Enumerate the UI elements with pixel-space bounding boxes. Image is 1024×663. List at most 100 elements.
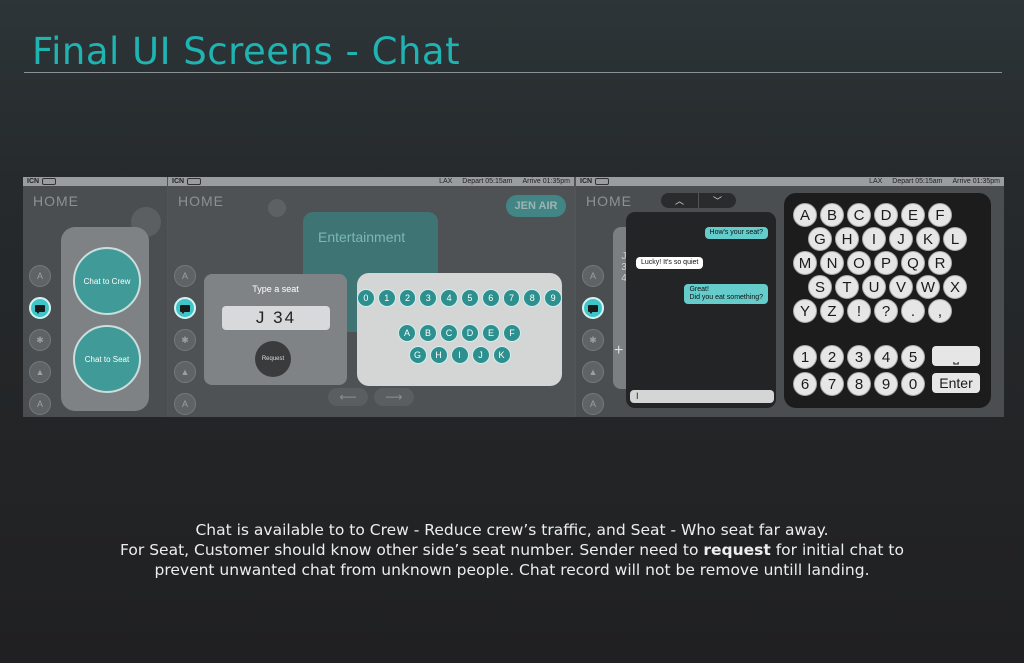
key[interactable]: 8 xyxy=(847,372,871,396)
key[interactable]: E xyxy=(901,203,925,227)
key[interactable]: ! xyxy=(847,299,871,323)
seat-icon[interactable]: ▲ xyxy=(582,361,604,383)
message-bubble-sent: How's your seat? xyxy=(704,227,768,239)
seat-icon[interactable]: ▲ xyxy=(29,361,51,383)
key[interactable]: M xyxy=(793,251,817,275)
key[interactable]: 8 xyxy=(523,289,542,307)
key[interactable]: 9 xyxy=(874,372,898,396)
key[interactable]: J xyxy=(471,346,490,364)
key[interactable]: W xyxy=(916,275,940,299)
next-arrow-icon[interactable]: ⟶ xyxy=(374,388,414,406)
key[interactable]: 7 xyxy=(820,372,844,396)
key[interactable]: . xyxy=(901,299,925,323)
arrive-label: Arrive xyxy=(952,178,971,185)
key[interactable]: 2 xyxy=(398,289,417,307)
key[interactable]: L xyxy=(943,227,967,251)
key[interactable]: 5 xyxy=(461,289,479,307)
key[interactable]: I xyxy=(862,227,886,251)
key[interactable]: V xyxy=(889,275,913,299)
chat-icon[interactable] xyxy=(174,297,196,319)
key[interactable]: Q xyxy=(901,251,925,275)
key[interactable]: 0 xyxy=(357,289,375,307)
chat-window: How's your seat? Lucky! It's so quiet Gr… xyxy=(626,212,776,408)
enter-key[interactable]: Enter xyxy=(932,373,980,393)
key[interactable]: 0 xyxy=(901,372,925,396)
brightness-icon[interactable]: ✱ xyxy=(582,329,604,351)
chat-to-crew-button[interactable]: Chat to Crew xyxy=(73,247,141,315)
key[interactable]: ? xyxy=(874,299,898,323)
font-size-icon[interactable]: A xyxy=(582,265,604,287)
prev-arrow-icon[interactable]: ⟵ xyxy=(328,388,368,406)
key[interactable]: E xyxy=(482,324,500,342)
key[interactable]: A xyxy=(398,324,416,342)
message-bubble-received: Lucky! It's so quiet xyxy=(636,257,704,269)
key[interactable]: A xyxy=(793,203,817,227)
key[interactable]: K xyxy=(492,346,511,364)
key[interactable]: F xyxy=(503,324,521,342)
key[interactable]: 3 xyxy=(419,289,438,307)
home-label[interactable]: HOME xyxy=(33,193,79,209)
key[interactable]: H xyxy=(429,346,448,364)
add-chat-icon[interactable]: + xyxy=(614,342,623,360)
key[interactable]: Z xyxy=(820,299,844,323)
message-input[interactable]: I xyxy=(630,390,774,403)
key[interactable]: P xyxy=(874,251,898,275)
chat-icon[interactable] xyxy=(582,297,604,319)
key[interactable]: 2 xyxy=(820,345,844,369)
key[interactable]: 6 xyxy=(793,372,817,396)
chevron-up-icon[interactable]: ︿ xyxy=(661,193,698,208)
key[interactable]: F xyxy=(928,203,952,227)
font-size-icon[interactable]: A xyxy=(174,265,196,287)
text-size-icon[interactable]: A xyxy=(174,393,196,415)
key[interactable]: G xyxy=(408,346,427,364)
home-label[interactable]: HOME xyxy=(178,193,224,209)
key[interactable]: 7 xyxy=(502,289,521,307)
key[interactable]: D xyxy=(461,324,479,342)
text-size-icon[interactable]: A xyxy=(582,393,604,415)
brightness-icon[interactable]: ✱ xyxy=(174,329,196,351)
brightness-icon[interactable]: ✱ xyxy=(29,329,51,351)
key[interactable]: B xyxy=(820,203,844,227)
home-label[interactable]: HOME xyxy=(586,193,632,209)
seat-icon[interactable]: ▲ xyxy=(174,361,196,383)
key[interactable]: 1 xyxy=(377,289,396,307)
key[interactable]: U xyxy=(862,275,886,299)
chevron-down-icon[interactable]: ﹀ xyxy=(698,193,736,208)
key[interactable]: O xyxy=(847,251,871,275)
battery-icon xyxy=(187,178,202,185)
key[interactable]: J xyxy=(889,227,913,251)
key[interactable]: Y xyxy=(793,299,817,323)
key[interactable]: I xyxy=(450,346,469,364)
text-size-icon[interactable]: A xyxy=(29,393,51,415)
key[interactable]: B xyxy=(419,324,437,342)
chat-to-seat-button[interactable]: Chat to Seat xyxy=(73,325,141,393)
key[interactable]: , xyxy=(928,299,952,323)
key[interactable]: C xyxy=(847,203,871,227)
key[interactable]: 4 xyxy=(874,345,898,369)
key[interactable]: X xyxy=(943,275,967,299)
key[interactable]: N xyxy=(820,251,844,275)
key[interactable]: 5 xyxy=(901,345,925,369)
font-size-icon[interactable]: A xyxy=(29,265,51,287)
origin-code: ICN xyxy=(27,178,40,185)
key[interactable]: S xyxy=(808,275,832,299)
airline-logo: JEN AIR xyxy=(506,195,566,217)
key[interactable]: H xyxy=(835,227,859,251)
key[interactable]: C xyxy=(440,324,458,342)
key[interactable]: R xyxy=(928,251,952,275)
seat-number-input[interactable]: J 34 xyxy=(222,306,330,330)
key[interactable]: G xyxy=(808,227,832,251)
chat-icon[interactable] xyxy=(29,297,51,319)
request-button[interactable]: Request xyxy=(255,341,291,377)
key[interactable]: T xyxy=(835,275,859,299)
space-key[interactable]: ⎵ xyxy=(932,346,980,366)
key[interactable]: D xyxy=(874,203,898,227)
key[interactable]: 9 xyxy=(544,289,562,307)
key[interactable]: 4 xyxy=(440,289,458,307)
key[interactable]: 6 xyxy=(481,289,500,307)
key[interactable]: 1 xyxy=(793,345,817,369)
depart-time: 05:15am xyxy=(915,178,943,185)
chat-keyboard: A B C D E F G H I J K L M N O P Q R S T … xyxy=(784,193,991,408)
key[interactable]: K xyxy=(916,227,940,251)
key[interactable]: 3 xyxy=(847,345,871,369)
